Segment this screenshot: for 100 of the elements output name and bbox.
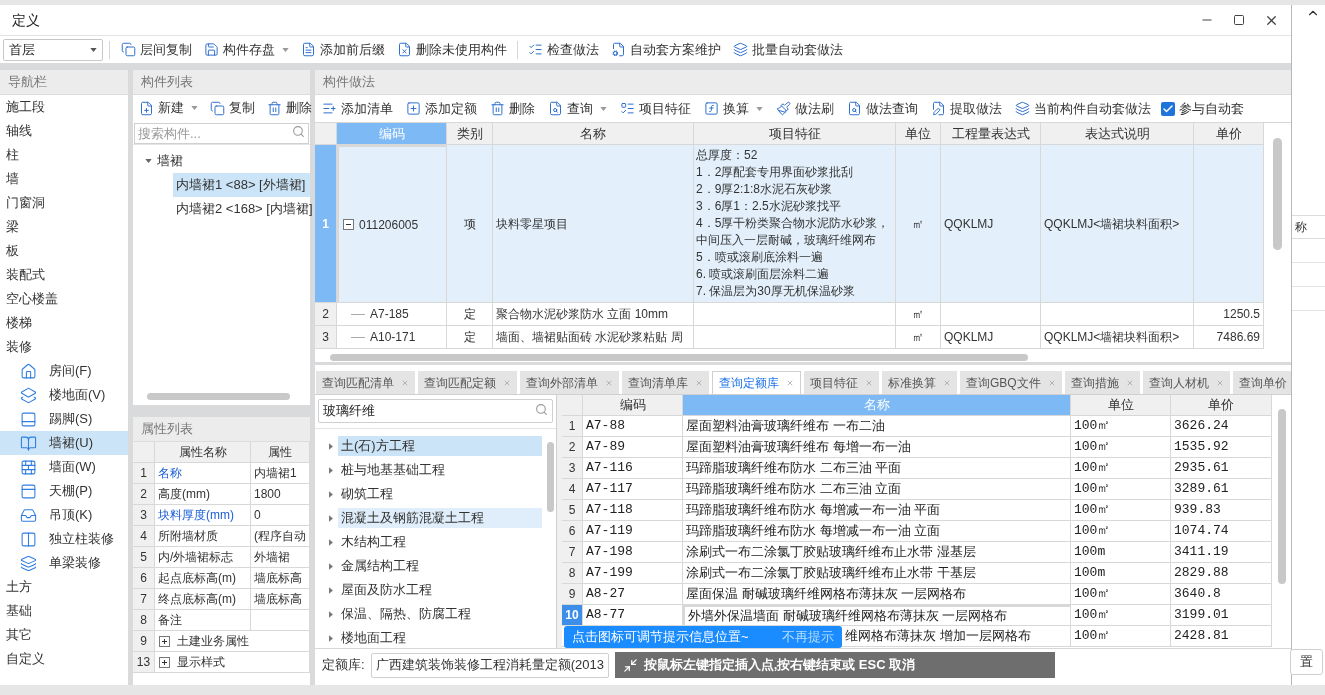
nav-item[interactable]: 梁 — [0, 215, 128, 239]
nav-item[interactable]: 天棚(P) — [0, 479, 128, 503]
expand-icon[interactable] — [159, 656, 170, 668]
nav-item[interactable]: 土方 — [0, 575, 128, 599]
scrollbar-thumb[interactable] — [1277, 409, 1286, 584]
table-cell: ㎡ — [896, 303, 941, 326]
tree-node[interactable]: 内墙裙1 <88> [外墙裙] — [173, 173, 310, 197]
tab[interactable]: 查询单价 — [1232, 371, 1291, 394]
close-icon[interactable] — [786, 379, 794, 387]
scrollbar-thumb[interactable] — [546, 442, 554, 512]
scrollbar-thumb[interactable] — [147, 393, 290, 400]
close-icon[interactable] — [865, 378, 873, 387]
tab[interactable]: 查询定额库 — [712, 371, 801, 394]
nav-item[interactable]: 墙裙(U) — [0, 431, 128, 455]
floor-dropdown[interactable]: 首层 — [3, 38, 103, 61]
toolbar-button[interactable]: 删除 — [262, 96, 317, 120]
toolbar-button[interactable]: 当前构件自动套做法 — [1010, 96, 1156, 121]
close-icon[interactable] — [401, 378, 409, 387]
tab[interactable]: 查询措施 — [1064, 371, 1140, 394]
table-cell: 玛蹄脂玻璃纤维布防水 二布三油 平面 — [683, 458, 1071, 479]
column-header: 称 — [1294, 219, 1307, 236]
tab[interactable]: 查询匹配清单 — [316, 371, 415, 394]
tab[interactable]: 查询清单库 — [622, 371, 709, 394]
toolbar-button[interactable]: 批量自动套做法 — [728, 37, 848, 62]
nav-item[interactable]: 房间(F) — [0, 359, 128, 383]
nav-item[interactable]: 门窗洞 — [0, 191, 128, 215]
expand-icon[interactable] — [159, 635, 170, 647]
nav-item[interactable]: 装配式 — [0, 263, 128, 287]
toolbar-button[interactable]: 查询 — [543, 96, 612, 121]
nav-item[interactable]: 施工段 — [0, 95, 128, 119]
tree-item[interactable]: 混凝土及钢筋混凝土工程 — [338, 508, 542, 528]
nav-item[interactable]: 柱 — [0, 143, 128, 167]
nav-item[interactable]: 其它 — [0, 623, 128, 647]
toolbar-button[interactable]: 检查做法 — [523, 37, 604, 62]
search-field[interactable]: 玻璃纤维 — [318, 399, 553, 423]
tree-node[interactable]: 内墙裙2 <168> [内墙裙] — [173, 197, 310, 221]
toolbar-button[interactable]: 做法刷 — [771, 96, 839, 121]
close-icon[interactable] — [605, 378, 613, 387]
nav-item[interactable]: 独立柱装修 — [0, 527, 128, 551]
tab[interactable]: 查询GBQ文件 — [960, 371, 1062, 394]
close-icon[interactable] — [503, 378, 511, 387]
scrollbar-thumb[interactable] — [1273, 138, 1282, 250]
tree-node[interactable]: 墙裙 — [133, 149, 310, 173]
toolbar-button[interactable]: 自动套方案维护 — [606, 37, 726, 62]
tab[interactable]: 标准换算 — [882, 371, 957, 394]
close-icon[interactable] — [695, 378, 703, 387]
toolbar-button[interactable]: 添加定额 — [401, 96, 482, 121]
toolbar-button[interactable]: 添加清单 — [317, 96, 398, 121]
tree-item[interactable]: 土(石)方工程 — [338, 436, 542, 456]
toolbar-button[interactable]: 换算 — [699, 96, 768, 121]
background-button[interactable]: 置 — [1290, 649, 1323, 675]
nav-item[interactable]: 自定义 — [0, 647, 128, 671]
close-icon[interactable] — [1125, 378, 1134, 387]
collapse-icon[interactable] — [343, 219, 354, 230]
toolbar-button[interactable]: 构件存盘 — [199, 37, 294, 62]
tree-item[interactable]: 楼地面工程 — [338, 628, 542, 648]
checkbox[interactable] — [1161, 101, 1175, 116]
item-code: 011206005 — [359, 216, 419, 234]
tab[interactable]: 查询人材机 — [1142, 371, 1230, 394]
toolbar-button[interactable]: 新建 — [134, 96, 203, 120]
tree-item[interactable]: 砌筑工程 — [338, 484, 542, 504]
toolbar-button[interactable]: 提取做法 — [926, 96, 1007, 121]
table-cell: 涂刷式一布二涂氯丁胶贴玻璃纤维布止水带 干基层 — [683, 563, 1071, 584]
tree-item[interactable]: 金属结构工程 — [338, 556, 542, 576]
tab[interactable]: 查询匹配定额 — [418, 371, 517, 394]
nav-item[interactable]: 楼地面(V) — [0, 383, 128, 407]
nav-item[interactable]: 吊顶(K) — [0, 503, 128, 527]
toolbar-button[interactable]: 添加前后缀 — [296, 37, 390, 62]
nav-item[interactable]: 装修 — [0, 335, 128, 359]
tree-item[interactable]: 桩与地基基础工程 — [338, 460, 542, 480]
search-field[interactable]: 搜索构件... — [134, 123, 309, 144]
tree-item[interactable]: 保温、隔热、防腐工程 — [338, 604, 542, 624]
close-icon[interactable] — [943, 378, 951, 387]
nav-item[interactable]: 基础 — [0, 599, 128, 623]
nav-item[interactable]: 板 — [0, 239, 128, 263]
toolbar-button[interactable]: 删除未使用构件 — [392, 37, 512, 62]
tree-item[interactable]: 屋面及防水工程 — [338, 580, 542, 600]
nav-item[interactable]: 单梁装修 — [0, 551, 128, 575]
scrollbar-thumb[interactable] — [330, 353, 1028, 361]
nav-item[interactable]: 楼梯 — [0, 311, 128, 335]
tab[interactable]: 查询外部清单 — [520, 371, 619, 394]
tab[interactable]: 项目特征 — [804, 371, 879, 394]
toolbar-button[interactable]: 做法查询 — [842, 96, 923, 121]
nav-item[interactable]: 墙 — [0, 167, 128, 191]
nav-item[interactable]: 轴线 — [0, 119, 128, 143]
close-icon[interactable] — [1215, 378, 1224, 387]
toolbar-button[interactable]: 复制 — [205, 96, 260, 120]
close-icon[interactable] — [1047, 378, 1056, 387]
table-cell: 屋面塑料油膏玻璃纤维布 每增一布一油 — [683, 437, 1071, 458]
nav-item[interactable]: 踢脚(S) — [0, 407, 128, 431]
nav-item[interactable]: 墙面(W) — [0, 455, 128, 479]
table-cell: A7-119 — [583, 521, 683, 542]
library-dropdown[interactable]: 广西建筑装饰装修工程消耗量定额(2013 — [370, 652, 609, 678]
tree-item[interactable]: 木结构工程 — [338, 532, 542, 552]
toolbar-button[interactable]: 层间复制 — [116, 37, 197, 62]
nav-item[interactable]: 空心楼盖 — [0, 287, 128, 311]
open-book-icon — [20, 434, 37, 452]
toolbar-button[interactable]: 项目特征 — [615, 96, 696, 121]
table-cell: QQKLMJ — [941, 145, 1041, 303]
toolbar-button[interactable]: 删除 — [485, 96, 540, 121]
